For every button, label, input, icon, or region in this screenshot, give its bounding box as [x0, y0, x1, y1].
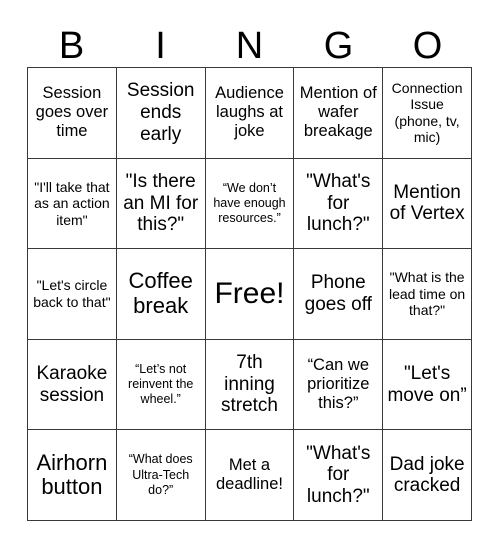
bingo-cell-text: "What's for lunch?"	[306, 170, 371, 236]
bingo-cell[interactable]: Audience laughs at joke	[205, 68, 295, 159]
bingo-cell-text: Karaoke session	[36, 362, 108, 406]
bingo-cell[interactable]: "Let's move on”	[383, 339, 472, 431]
bingo-cell[interactable]: Mention of Vertex	[383, 158, 472, 250]
header-letter-b: B	[58, 25, 85, 67]
bingo-cell-text: "I'll take that as an action item"	[34, 178, 110, 228]
header-letter-g: G	[323, 25, 354, 67]
bingo-cell[interactable]: “What does Ultra-Tech do?”	[116, 430, 206, 521]
bingo-cell-text: Connection Issue (phone, tv, mic)	[391, 79, 463, 146]
bingo-cell[interactable]: Dad joke cracked	[383, 430, 472, 521]
bingo-cell[interactable]: "What's for lunch?"	[294, 158, 384, 250]
bingo-cell-text: Airhorn button	[36, 449, 108, 500]
bingo-cell[interactable]: Met a deadline!	[205, 430, 295, 521]
header-letter-o: O	[412, 25, 443, 67]
bingo-cell[interactable]: “We don’t have enough resources.”	[205, 158, 295, 250]
bingo-cell[interactable]: Session goes over time	[28, 68, 117, 159]
bingo-cell-text: Mention of wafer breakage	[299, 84, 377, 141]
header-letter-n: N	[235, 25, 264, 67]
header-letter-i: I	[155, 25, 166, 67]
bingo-cell[interactable]: "I'll take that as an action item"	[28, 158, 117, 250]
bingo-cell-text: "Let's move on”	[387, 362, 467, 406]
bingo-cell-text: Mention of Vertex	[389, 181, 465, 225]
bingo-cell-text: Dad joke cracked	[389, 453, 465, 497]
bingo-cell[interactable]: Session ends early	[116, 68, 206, 159]
bingo-cell-text: Session goes over time	[35, 84, 109, 141]
bingo-cell[interactable]: Phone goes off	[294, 249, 384, 340]
bingo-header: B I N G O	[27, 14, 472, 67]
bingo-cell[interactable]: "Is there an MI for this?"	[116, 158, 206, 250]
bingo-cell-text: "Is there an MI for this?"	[123, 170, 199, 236]
bingo-cell[interactable]: Airhorn button	[28, 430, 117, 521]
bingo-cell-text: Session ends early	[126, 80, 195, 145]
bingo-cell[interactable]: Coffee break	[116, 249, 206, 340]
bingo-cell-text: Free!	[214, 277, 285, 311]
bingo-cell[interactable]: 7th inning stretch	[205, 339, 295, 431]
bingo-cell[interactable]: "What is the lead time on that?"	[383, 249, 472, 340]
bingo-cell-text: “Can we prioritize this?”	[307, 355, 370, 413]
bingo-cell-text: Phone goes off	[304, 272, 372, 315]
bingo-cell-text: Coffee break	[128, 268, 193, 318]
bingo-cell-text: “What does Ultra-Tech do?”	[128, 452, 193, 497]
bingo-cell-text: "What's for lunch?"	[306, 442, 371, 508]
bingo-cell[interactable]: "What's for lunch?"	[294, 430, 384, 521]
bingo-cell-text: Audience laughs at joke	[215, 84, 284, 141]
bingo-cell-text: “Let’s not reinvent the wheel.”	[128, 361, 194, 407]
bingo-cell-text: "What is the lead time on that?"	[388, 269, 466, 319]
bingo-cell-text: “We don’t have enough resources.”	[213, 180, 286, 226]
bingo-cell[interactable]: Mention of wafer breakage	[294, 68, 384, 159]
bingo-cell-text: Met a deadline!	[216, 456, 283, 494]
bingo-cell[interactable]: Karaoke session	[28, 339, 117, 431]
bingo-grid: Session goes over time Session ends earl…	[27, 67, 472, 521]
bingo-card: B I N G O Session goes over time Session…	[0, 0, 500, 544]
bingo-cell[interactable]: “Can we prioritize this?”	[294, 339, 384, 431]
bingo-cell[interactable]: “Let’s not reinvent the wheel.”	[116, 339, 206, 431]
bingo-cell-text: "Let's circle back to that"	[33, 277, 111, 310]
bingo-cell-text: 7th inning stretch	[220, 352, 278, 417]
bingo-cell[interactable]: "Let's circle back to that"	[28, 249, 117, 340]
bingo-cell-free[interactable]: Free!	[205, 249, 295, 340]
bingo-cell[interactable]: Connection Issue (phone, tv, mic)	[383, 68, 472, 159]
